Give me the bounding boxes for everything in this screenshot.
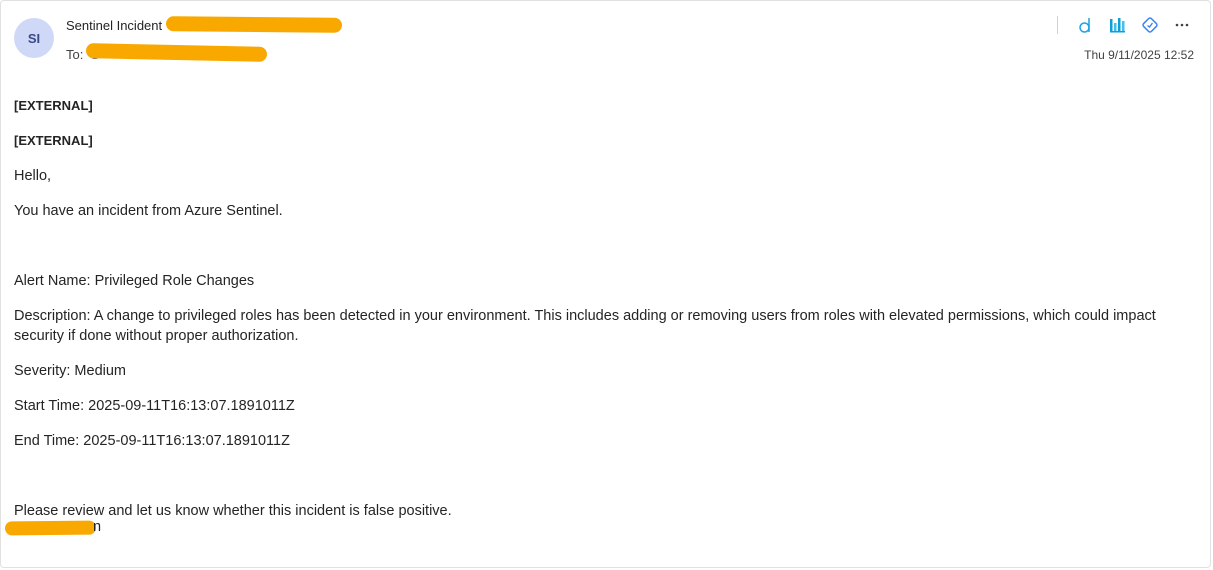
redaction-mark [165, 16, 343, 33]
external-tags: [EXTERNAL] [EXTERNAL] [14, 96, 1204, 151]
external-tag: [EXTERNAL] [14, 133, 93, 148]
message-body: [EXTERNAL] [EXTERNAL] Hello, You have an… [14, 96, 1204, 536]
redaction-mark [4, 520, 97, 536]
email-reading-pane: SI Sentinel Incident To: Thu 9/11/2025 1… [0, 0, 1211, 568]
avatar[interactable]: SI [14, 18, 54, 58]
greeting: Hello, [14, 168, 52, 184]
redaction-mark [85, 43, 268, 62]
end-time: End Time: 2025-09-11T16:13:07.1891011Z [14, 433, 290, 449]
message-toolbar [1057, 13, 1194, 37]
more-icon[interactable] [1170, 13, 1194, 37]
sender-name[interactable]: Sentinel Incident [66, 18, 162, 33]
recipient-line: To: [66, 47, 84, 62]
diamond-icon[interactable] [1138, 13, 1162, 37]
bar-chart-icon[interactable] [1106, 13, 1130, 37]
alert-name: Alert Name: Privileged Role Changes [14, 273, 255, 289]
app-d-icon[interactable] [1074, 13, 1098, 37]
description: Description: A change to privileged role… [14, 308, 1156, 344]
toolbar-divider [1057, 16, 1058, 34]
start-time: Start Time: 2025-09-11T16:13:07.1891011Z [14, 398, 295, 414]
sent-date: Thu 9/11/2025 12:52 [1084, 48, 1194, 62]
signature: n [93, 519, 102, 535]
review-request: Please review and let us know whether th… [14, 503, 452, 519]
external-tag: [EXTERNAL] [14, 98, 93, 113]
blank-space [14, 236, 1204, 271]
blank-space [14, 466, 1204, 501]
intro-text: You have an incident from Azure Sentinel… [14, 203, 283, 219]
severity: Severity: Medium [14, 363, 127, 379]
